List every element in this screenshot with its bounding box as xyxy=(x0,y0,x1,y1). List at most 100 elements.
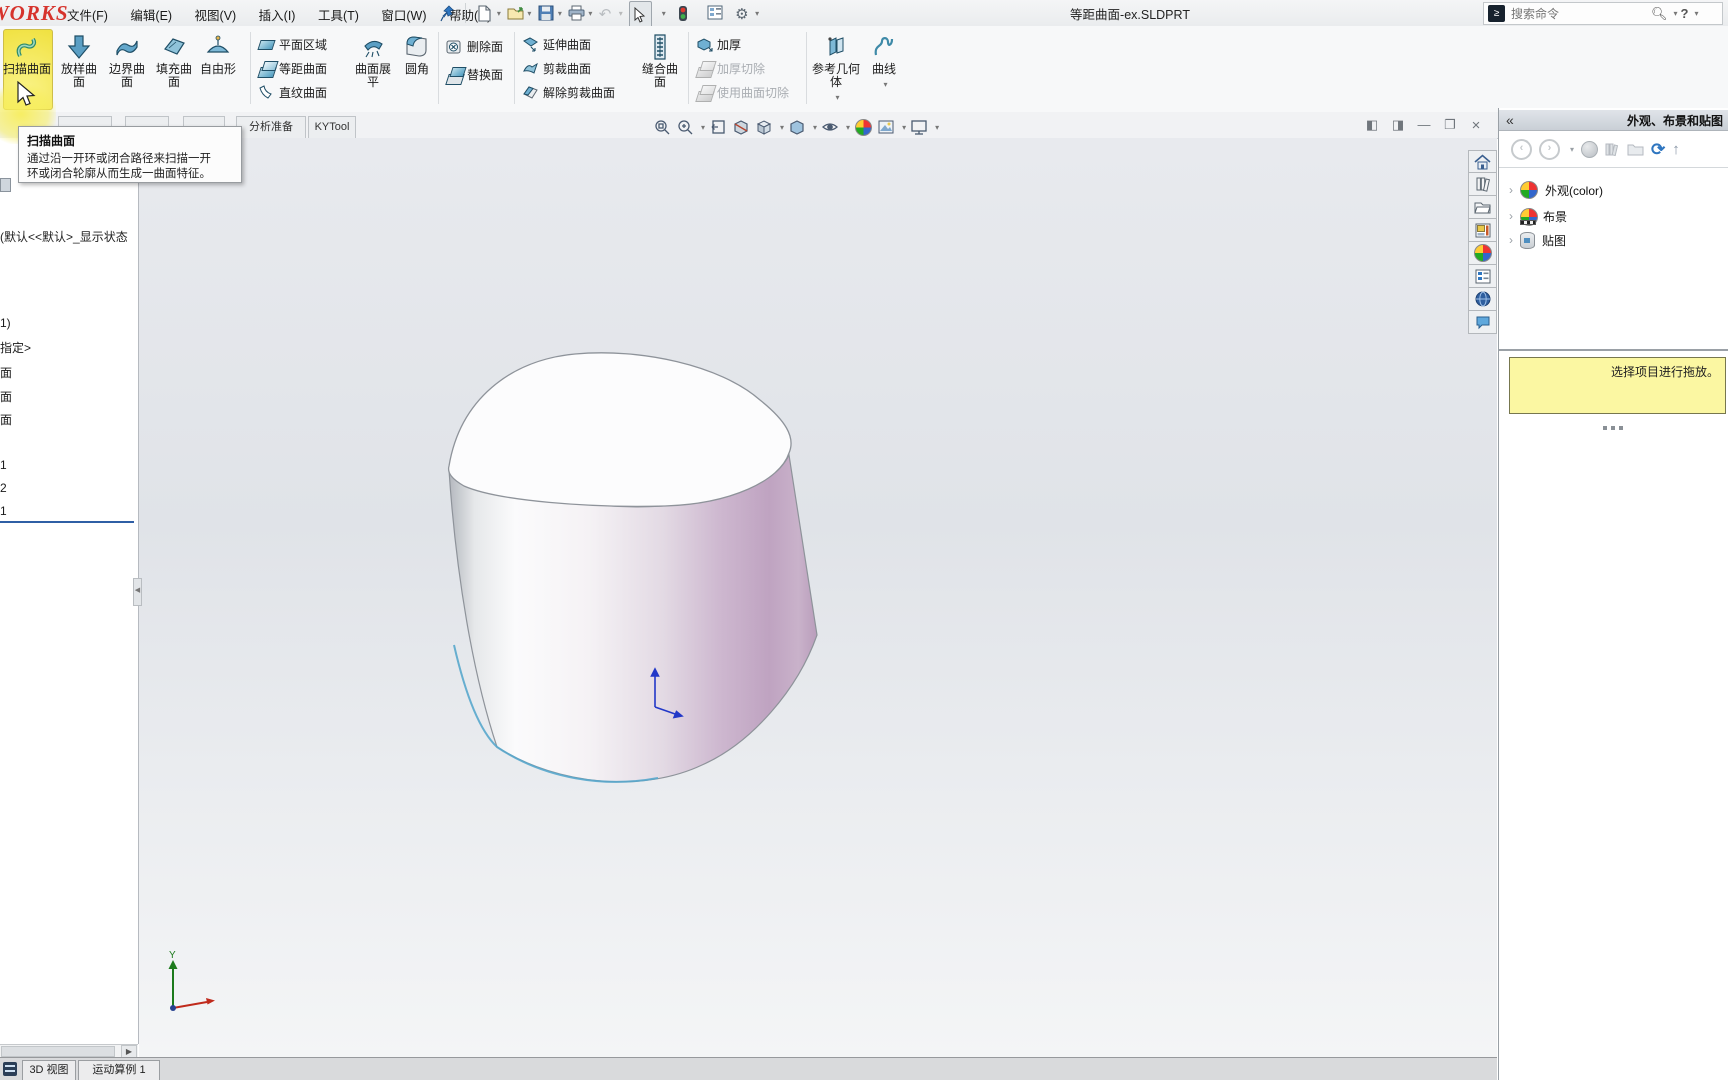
view-orientation-icon[interactable] xyxy=(754,117,774,137)
hide-show-items-icon[interactable] xyxy=(820,117,840,137)
chevron-down-icon[interactable]: ▾ xyxy=(813,123,817,132)
panel-splitter-grip[interactable]: ◀ xyxy=(133,578,142,606)
planar-surface-button[interactable]: 平面区域 xyxy=(257,34,327,54)
chevron-down-icon[interactable]: ▾ xyxy=(755,9,759,18)
edit-appearance-icon[interactable] xyxy=(853,117,873,137)
extend-surface-button[interactable]: 延伸曲面 xyxy=(522,34,591,54)
boundary-surface-button[interactable]: 边界曲面 xyxy=(105,29,149,108)
tab-analysis-prep[interactable]: 分析准备 xyxy=(236,116,306,138)
graphics-viewport[interactable]: Y xyxy=(139,138,1497,1057)
tree-item[interactable]: 面 xyxy=(0,411,12,428)
fillet-button[interactable]: 圆角 xyxy=(398,29,436,108)
rollback-bar[interactable] xyxy=(0,521,134,523)
knit-surface-button[interactable]: 缝合曲面 xyxy=(637,29,683,108)
section-view-icon[interactable] xyxy=(731,117,751,137)
tree-item[interactable]: 面 xyxy=(0,388,12,405)
tree-item-appearance[interactable]: › 外观(color) xyxy=(1509,178,1603,202)
expander-icon[interactable]: › xyxy=(1509,209,1513,223)
search-bar[interactable]: ≥ 🔍︎ ▾ ? ▾ xyxy=(1483,2,1723,25)
select-tool-button[interactable] xyxy=(629,1,653,29)
chevron-down-icon[interactable]: ▾ xyxy=(497,9,501,18)
tree-item-scenes[interactable]: › 布景 xyxy=(1509,204,1567,228)
appearances-scenes-icon[interactable] xyxy=(1468,242,1497,265)
trim-surface-button[interactable]: 剪裁曲面 xyxy=(522,58,591,78)
print-button[interactable]: ▾ xyxy=(568,1,592,25)
chevron-down-icon[interactable]: ▾ xyxy=(701,123,705,132)
custom-properties-icon[interactable] xyxy=(1468,265,1497,288)
motion-manager-icon[interactable] xyxy=(3,1062,17,1076)
tree-item[interactable]: 2 xyxy=(0,481,7,495)
display-style-icon[interactable] xyxy=(787,117,807,137)
open-button[interactable]: ▾ xyxy=(507,1,531,25)
tree-item-decals[interactable]: › 贴图 xyxy=(1509,228,1566,252)
file-properties-button[interactable] xyxy=(707,1,724,25)
tree-item[interactable]: 面 xyxy=(0,364,12,381)
lofted-surface-button[interactable]: 放样曲面 xyxy=(57,29,101,108)
up-icon[interactable]: ↑ xyxy=(1672,141,1680,158)
offset-surface-button[interactable]: 等距曲面 xyxy=(257,58,327,78)
chevron-down-icon[interactable]: ▾ xyxy=(780,123,784,132)
pane-splitter[interactable] xyxy=(1499,349,1728,351)
ruled-surface-button[interactable]: 直纹曲面 xyxy=(258,82,327,102)
help-icon[interactable]: ? xyxy=(1681,6,1689,21)
model-oblique-cylinder[interactable] xyxy=(440,345,840,875)
search-icon[interactable]: 🔍︎ xyxy=(1651,6,1668,22)
refresh-icon[interactable]: ⟳ xyxy=(1651,141,1665,158)
view-palette-icon[interactable] xyxy=(1468,219,1497,242)
pane-left-icon[interactable]: ◧ xyxy=(1364,117,1380,134)
design-library-icon[interactable] xyxy=(1468,173,1497,196)
menu-view[interactable]: 视图(V) xyxy=(186,0,246,29)
menu-window[interactable]: 窗口(W) xyxy=(372,0,435,29)
pin-icon[interactable] xyxy=(440,1,455,25)
view-settings-icon[interactable] xyxy=(909,117,929,137)
tree-item[interactable]: 1 xyxy=(0,458,7,472)
freeform-button[interactable]: 自由形 xyxy=(198,29,238,108)
save-button[interactable]: ▾ xyxy=(538,1,562,25)
expander-icon[interactable]: › xyxy=(1509,183,1513,197)
splitter-dots[interactable] xyxy=(1603,426,1623,430)
chevron-down-icon[interactable]: ▾ xyxy=(527,9,531,18)
untrim-surface-button[interactable]: 解除剪裁曲面 xyxy=(522,82,615,102)
close-icon[interactable]: × xyxy=(1468,117,1484,134)
configuration-text[interactable]: (默认<<默认>_显示状态 xyxy=(0,228,128,245)
menu-tools[interactable]: 工具(T) xyxy=(309,0,368,29)
new-document-button[interactable]: ▾ xyxy=(477,1,501,25)
tree-item[interactable]: 1) xyxy=(0,316,11,330)
select-dropdown[interactable]: ▾ xyxy=(659,1,666,25)
rebuild-button[interactable] xyxy=(678,1,695,25)
expander-icon[interactable]: › xyxy=(1509,233,1513,247)
menu-file[interactable]: 文件(F) xyxy=(58,0,117,29)
chevron-down-icon[interactable]: ▾ xyxy=(1694,9,1698,18)
tab-motion-study[interactable]: 运动算例 1 xyxy=(78,1060,160,1080)
pane-right-icon[interactable]: ◨ xyxy=(1390,117,1406,134)
chat-icon[interactable] xyxy=(1468,311,1497,334)
chevron-down-icon[interactable]: ▾ xyxy=(835,91,839,104)
chevron-down-icon[interactable]: ▾ xyxy=(846,123,850,132)
chevron-down-icon[interactable]: ▾ xyxy=(902,123,906,132)
zoom-area-icon[interactable] xyxy=(675,117,695,137)
restore-icon[interactable]: ❐ xyxy=(1442,117,1458,134)
file-explorer-icon[interactable] xyxy=(1468,196,1497,219)
tree-item[interactable]: 指定> xyxy=(0,339,31,356)
minimize-icon[interactable]: — xyxy=(1416,117,1432,134)
thicken-button[interactable]: 加厚 xyxy=(696,34,741,54)
tree-item[interactable]: 1 xyxy=(0,504,7,518)
apply-scene-icon[interactable] xyxy=(876,117,896,137)
menu-edit[interactable]: 编辑(E) xyxy=(121,0,181,29)
chevron-down-icon[interactable]: ▾ xyxy=(935,123,939,132)
solidworks-forum-icon[interactable] xyxy=(1468,288,1497,311)
home-icon[interactable] xyxy=(1468,150,1497,173)
previous-view-icon[interactable] xyxy=(708,117,728,137)
curves-button[interactable]: 曲线 ▾ xyxy=(866,29,902,108)
chevron-down-icon[interactable]: ▾ xyxy=(883,78,887,91)
collapse-icon[interactable]: « xyxy=(1506,112,1627,128)
search-input[interactable] xyxy=(1509,5,1633,22)
flatten-surface-button[interactable]: 曲面展平 xyxy=(350,29,396,108)
chevron-down-icon[interactable]: ▾ xyxy=(558,9,562,18)
replace-face-button[interactable]: 替换面 xyxy=(445,64,503,85)
menu-insert[interactable]: 插入(I) xyxy=(250,0,305,29)
chevron-down-icon[interactable]: ▾ xyxy=(1674,9,1678,18)
filled-surface-button[interactable]: 填充曲面 xyxy=(152,29,196,108)
chevron-down-icon[interactable]: ▾ xyxy=(588,9,592,18)
scrollbar-thumb[interactable] xyxy=(1,1046,115,1057)
